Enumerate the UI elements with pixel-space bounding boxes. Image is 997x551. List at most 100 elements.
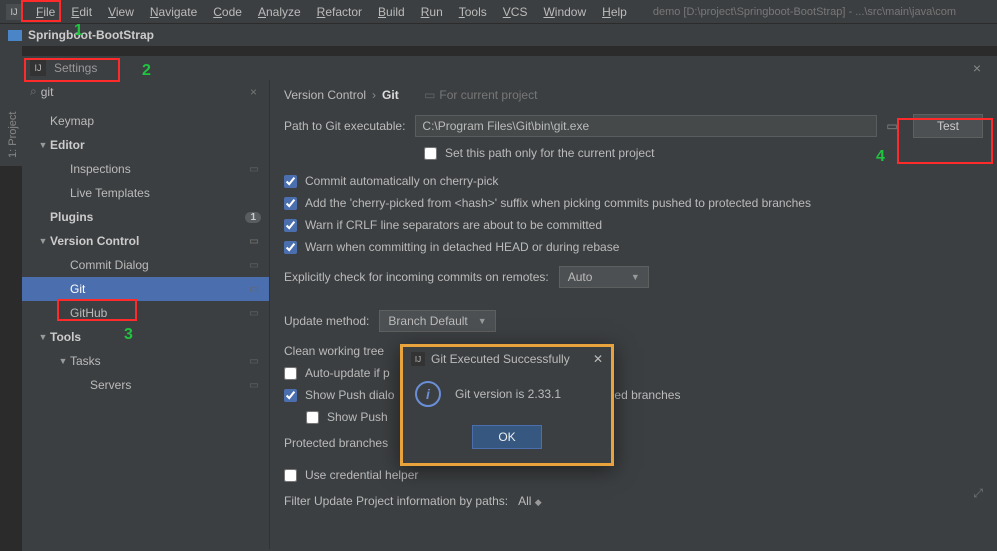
tree-item-commit-dialog[interactable]: Commit Dialog▭ <box>22 253 269 277</box>
menu-window[interactable]: Window <box>535 2 594 22</box>
crlf-warn-checkbox[interactable] <box>284 219 297 232</box>
settings-icon: IJ <box>30 60 46 76</box>
expand-icon[interactable]: ▼ <box>56 356 70 366</box>
clean-tree-label: Clean working tree <box>284 344 384 358</box>
project-bar: Springboot-BootStrap <box>0 24 997 46</box>
tree-item-editor[interactable]: ▼Editor <box>22 133 269 157</box>
credential-helper-checkbox[interactable] <box>284 469 297 482</box>
dialog-message: Git version is 2.33.1 <box>455 387 561 401</box>
menu-refactor[interactable]: Refactor <box>309 2 370 22</box>
tree-item-github[interactable]: GitHub▭ <box>22 301 269 325</box>
chk-label: Auto-update if p <box>305 366 390 380</box>
chevron-down-icon: ▼ <box>621 272 640 282</box>
auto-update-checkbox[interactable] <box>284 367 297 380</box>
git-success-dialog: IJ Git Executed Successfully ✕ i Git ver… <box>400 344 614 466</box>
app-logo-icon: IJ <box>411 352 425 366</box>
settings-sidebar: ⌕ × Keymap▼EditorInspections▭Live Templa… <box>22 80 270 549</box>
expand-icon[interactable]: ⤢ <box>973 486 983 501</box>
menu-file[interactable]: File <box>28 2 63 22</box>
remotes-label: Explicitly check for incoming commits on… <box>284 270 549 284</box>
project-scope-icon: ▭ <box>247 306 261 320</box>
show-push-only-checkbox[interactable] <box>306 411 319 424</box>
chk-label: Warn if CRLF line separators are about t… <box>305 218 602 232</box>
tree-item-servers[interactable]: Servers▭ <box>22 373 269 397</box>
project-scope-icon: ▭ <box>247 282 261 296</box>
tree-item-keymap[interactable]: Keymap <box>22 109 269 133</box>
cherry-pick-auto-checkbox[interactable] <box>284 175 297 188</box>
expand-icon[interactable]: ▼ <box>36 236 50 246</box>
menu-tools[interactable]: Tools <box>451 2 495 22</box>
menu-help[interactable]: Help <box>594 2 635 22</box>
tool-window-tab-project[interactable]: 1: Project <box>0 46 22 166</box>
project-scope-icon: ▭ <box>247 162 261 176</box>
project-scope-icon: ▭ <box>247 258 261 272</box>
update-method-select[interactable]: Branch Default▼ <box>379 310 495 332</box>
path-label: Path to Git executable: <box>284 119 405 133</box>
menu-edit[interactable]: Edit <box>63 2 100 22</box>
annotation-number: 1 <box>74 22 83 40</box>
browse-folder-icon[interactable]: ▭ <box>881 115 903 137</box>
project-scope-icon: ▭ <box>247 354 261 368</box>
detached-head-warn-checkbox[interactable] <box>284 241 297 254</box>
close-icon[interactable]: ✕ <box>593 352 603 366</box>
tree-item-inspections[interactable]: Inspections▭ <box>22 157 269 181</box>
annotation-number: 3 <box>124 326 133 344</box>
breadcrumb: Version Control›Git <box>284 88 402 102</box>
menu-vcs[interactable]: VCS <box>495 2 536 22</box>
settings-tree: Keymap▼EditorInspections▭Live TemplatesP… <box>22 103 269 549</box>
tree-item-plugins[interactable]: Plugins1 <box>22 205 269 229</box>
settings-panel: IJ Settings × ⌕ × Keymap▼EditorInspectio… <box>22 56 997 551</box>
menu-build[interactable]: Build <box>370 2 413 22</box>
set-path-only-label: Set this path only for the current proje… <box>445 146 654 160</box>
tree-item-version-control[interactable]: ▼Version Control▭ <box>22 229 269 253</box>
for-project-hint: ▭For current project <box>424 90 537 102</box>
filter-paths-label: Filter Update Project information by pat… <box>284 494 508 508</box>
project-scope-icon: ▭ <box>247 378 261 392</box>
annotation-number: 2 <box>142 62 151 80</box>
menu-run[interactable]: Run <box>413 2 451 22</box>
info-icon: i <box>415 381 441 407</box>
expand-icon[interactable]: ▼ <box>36 140 50 150</box>
chk-label: Use credential helper <box>305 468 418 482</box>
project-scope-icon: ▭ <box>247 234 261 248</box>
app-logo-icon: IJ <box>6 4 22 20</box>
project-scope-icon: ▭ <box>424 88 435 102</box>
chk-label: Warn when committing in detached HEAD or… <box>305 240 619 254</box>
git-path-input[interactable] <box>415 115 877 137</box>
search-icon: ⌕ <box>30 84 37 99</box>
menu-analyze[interactable]: Analyze <box>250 2 309 22</box>
tree-item-live-templates[interactable]: Live Templates <box>22 181 269 205</box>
tree-item-tasks[interactable]: ▼Tasks▭ <box>22 349 269 373</box>
chk-label: Show Push <box>327 410 388 424</box>
settings-content: Version Control›Git ▭For current project… <box>270 80 997 549</box>
annotation-number: 4 <box>876 148 885 166</box>
menu-code[interactable]: Code <box>205 2 250 22</box>
expand-icon[interactable]: ▼ <box>36 332 50 342</box>
chk-label: Show Push dialo <box>305 388 394 402</box>
settings-title: Settings <box>54 61 97 75</box>
chevron-down-icon: ▼ <box>468 316 487 326</box>
dialog-title: Git Executed Successfully <box>431 352 593 366</box>
clear-search-icon[interactable]: × <box>246 85 261 99</box>
cherry-pick-suffix-checkbox[interactable] <box>284 197 297 210</box>
remotes-select[interactable]: Auto▼ <box>559 266 649 288</box>
set-path-only-checkbox[interactable] <box>424 147 437 160</box>
window-title: demo [D:\project\Springboot-BootStrap] -… <box>653 6 956 18</box>
test-button[interactable]: Test <box>913 114 983 138</box>
tree-item-git[interactable]: Git▭ <box>22 277 269 301</box>
sort-icon: ◆ <box>535 497 542 507</box>
ok-button[interactable]: OK <box>472 425 542 449</box>
folder-icon <box>8 30 22 41</box>
project-name[interactable]: Springboot-BootStrap <box>28 28 154 42</box>
menubar: IJ FileEditViewNavigateCodeAnalyzeRefact… <box>0 0 997 24</box>
count-badge: 1 <box>245 212 261 223</box>
filter-paths-value[interactable]: All ◆ <box>518 494 542 508</box>
protected-branches-label: Protected branches <box>284 436 388 450</box>
close-icon[interactable]: × <box>973 60 981 76</box>
show-push-dialog-checkbox[interactable] <box>284 389 297 402</box>
chk-label: ed branches <box>614 388 680 402</box>
menu-navigate[interactable]: Navigate <box>142 2 205 22</box>
settings-search-input[interactable] <box>41 85 246 99</box>
tree-item-tools[interactable]: ▼Tools <box>22 325 269 349</box>
menu-view[interactable]: View <box>100 2 142 22</box>
